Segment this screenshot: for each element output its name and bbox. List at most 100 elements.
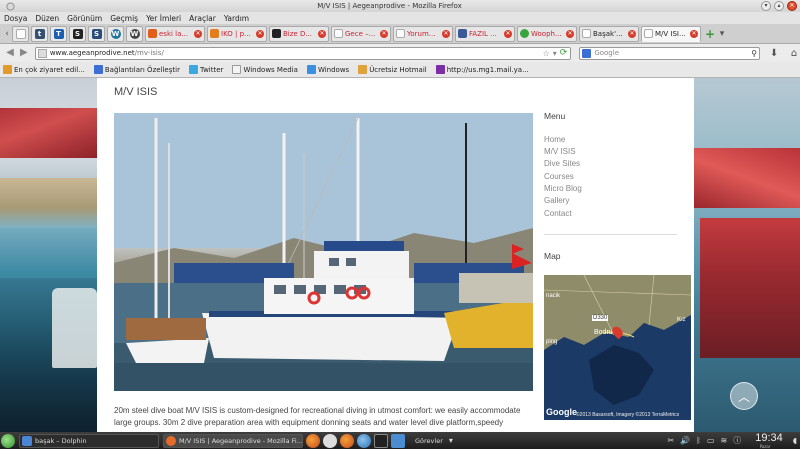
task-firefox[interactable]: M/V ISIS | Aegeanprodive - Mozilla Fi... bbox=[163, 433, 303, 448]
menu-view[interactable]: Görünüm bbox=[67, 14, 102, 23]
bookmark-item[interactable]: Bağlantıları Özelleştir bbox=[93, 65, 180, 74]
pinned-tab[interactable]: W bbox=[107, 25, 124, 42]
search-bar[interactable]: Google ⚲ bbox=[579, 46, 761, 60]
close-tab-icon[interactable]: ✕ bbox=[442, 29, 450, 38]
pinned-tab[interactable]: S bbox=[69, 25, 86, 42]
menu-item-dive-sites[interactable]: Dive Sites bbox=[544, 159, 580, 168]
tasks-label[interactable]: Görevler bbox=[415, 437, 443, 445]
wordpress-icon: W bbox=[129, 28, 140, 39]
bookmarks-toolbar: En çok ziyaret edil... Bağlantıları Özel… bbox=[0, 62, 800, 78]
pinned-tab[interactable]: t bbox=[31, 25, 48, 42]
menu-item-contact[interactable]: Contact bbox=[544, 209, 572, 218]
favicon bbox=[520, 29, 529, 38]
chevron-up-icon: ︿ bbox=[737, 389, 750, 404]
cashew-icon[interactable]: ◖ bbox=[793, 436, 797, 445]
s-blue-icon: S bbox=[91, 28, 102, 39]
tab[interactable]: eski la... ✕ bbox=[145, 25, 205, 42]
dropdown-arrow-icon[interactable]: ▾ bbox=[553, 49, 557, 58]
menu-item-home[interactable]: Home bbox=[544, 135, 565, 144]
terminal-icon[interactable] bbox=[374, 433, 388, 448]
menu-history[interactable]: Geçmiş bbox=[110, 14, 138, 23]
tab[interactable]: Başak'... ✕ bbox=[579, 25, 639, 42]
search-engine-icon[interactable] bbox=[582, 48, 592, 58]
menu-item-gallery[interactable]: Gallery bbox=[544, 196, 569, 205]
start-menu-icon[interactable] bbox=[1, 433, 15, 448]
reload-icon[interactable]: ⟳ bbox=[560, 48, 568, 58]
tab-list-icon[interactable]: ▾ bbox=[717, 26, 727, 42]
tabs-scroll-left-icon[interactable]: ‹ bbox=[2, 26, 12, 42]
scroll-to-top-button[interactable]: ︿ bbox=[730, 382, 758, 410]
bookmark-item[interactable]: http://us.mg1.mail.ya... bbox=[435, 65, 529, 74]
notifications-icon[interactable]: ⓘ bbox=[733, 435, 741, 446]
kate-icon[interactable] bbox=[391, 433, 405, 448]
close-window-icon[interactable]: ✕ bbox=[787, 1, 797, 11]
tab-active[interactable]: M/V ISI... ✕ bbox=[641, 25, 701, 42]
taskbar: başak – Dolphin M/V ISIS | Aegeanprodive… bbox=[0, 432, 800, 449]
close-tab-icon[interactable]: ✕ bbox=[256, 29, 264, 38]
close-tab-icon[interactable]: ✕ bbox=[628, 29, 636, 38]
clock: 19:34 bbox=[755, 432, 783, 444]
search-launcher-icon[interactable] bbox=[323, 433, 337, 448]
bookmark-item[interactable]: En çok ziyaret edil... bbox=[3, 65, 85, 74]
tab[interactable]: Yorum... ✕ bbox=[393, 25, 453, 42]
favicon bbox=[210, 29, 219, 38]
bookmark-item[interactable]: Twitter bbox=[188, 65, 223, 74]
map-heading: Map bbox=[544, 251, 561, 261]
maximize-icon[interactable]: ▴ bbox=[774, 1, 784, 11]
bookmark-item[interactable]: Windows Media bbox=[232, 65, 298, 74]
home-icon[interactable]: ⌂ bbox=[788, 48, 800, 59]
wifi-icon[interactable]: ≋ bbox=[721, 436, 728, 445]
task-dolphin[interactable]: başak – Dolphin bbox=[19, 433, 159, 448]
menu-file[interactable]: Dosya bbox=[4, 14, 27, 23]
download-icon[interactable]: ⬇ bbox=[768, 48, 780, 59]
tab[interactable]: İKO | p... ✕ bbox=[207, 25, 267, 42]
forward-icon[interactable]: ▶ bbox=[17, 46, 31, 60]
pinned-tab[interactable]: W bbox=[126, 25, 143, 42]
menu-item-courses[interactable]: Courses bbox=[544, 172, 574, 181]
url-domain: www.aegeanprodive.net bbox=[49, 49, 135, 57]
menu-help[interactable]: Yardım bbox=[224, 14, 249, 23]
menu-edit[interactable]: Düzen bbox=[35, 14, 59, 23]
close-tab-icon[interactable]: ✕ bbox=[380, 29, 388, 38]
blank-page-icon bbox=[15, 28, 26, 39]
window-menu-icon[interactable] bbox=[2, 1, 18, 11]
menu-bookmarks[interactable]: Yer İmleri bbox=[146, 14, 181, 23]
clock-widget[interactable]: 19:34 Pazar bbox=[747, 432, 783, 449]
tab[interactable]: FAZIL ... ✕ bbox=[455, 25, 515, 42]
volume-icon[interactable]: 🔊 bbox=[680, 436, 690, 445]
binoculars-icon[interactable]: ⚲ bbox=[751, 49, 757, 58]
menu-item-micro-blog[interactable]: Micro Blog bbox=[544, 184, 582, 193]
new-tab-icon[interactable]: + bbox=[703, 27, 717, 41]
close-tab-icon[interactable]: ✕ bbox=[566, 29, 574, 38]
map-widget[interactable]: nacik D330 Kız ping Bodrum Google ©2013 … bbox=[544, 275, 691, 420]
site-identity-icon[interactable] bbox=[37, 48, 47, 58]
minimize-icon[interactable]: ▾ bbox=[761, 1, 771, 11]
dolphin-icon bbox=[22, 435, 32, 446]
back-icon[interactable]: ◀ bbox=[3, 46, 17, 60]
firefox-launcher-icon[interactable] bbox=[306, 433, 320, 448]
bookmark-item[interactable]: Ücretsiz Hotmail bbox=[358, 65, 427, 74]
close-tab-icon[interactable]: ✕ bbox=[194, 29, 202, 38]
close-tab-icon[interactable]: ✕ bbox=[318, 29, 326, 38]
firefox-launcher-icon[interactable] bbox=[340, 433, 354, 448]
pinned-tab[interactable]: S bbox=[88, 25, 105, 42]
tab[interactable]: Wooph... ✕ bbox=[517, 25, 577, 42]
tray-arrow-icon[interactable]: ▾ bbox=[449, 436, 453, 445]
bookmark-item[interactable]: Windows bbox=[306, 65, 349, 74]
url-bar[interactable]: www.aegeanprodive.net/mv-isis/ ☆ ▾ ⟳ bbox=[34, 46, 572, 60]
menu-bar: Dosya Düzen Görünüm Geçmiş Yer İmleri Ar… bbox=[0, 12, 800, 24]
battery-icon[interactable]: ▭ bbox=[707, 436, 715, 445]
pinned-tab[interactable]: T bbox=[50, 25, 67, 42]
tumblr-icon: t bbox=[34, 28, 45, 39]
pinned-tab[interactable] bbox=[12, 25, 29, 42]
tab[interactable]: Gece –... ✕ bbox=[331, 25, 391, 42]
bluetooth-icon[interactable]: ᛒ bbox=[696, 436, 701, 445]
close-tab-icon[interactable]: ✕ bbox=[690, 29, 698, 38]
globe-icon[interactable] bbox=[357, 433, 371, 448]
tab[interactable]: Bize D... ✕ bbox=[269, 25, 329, 42]
menu-item-mv-isis[interactable]: M/V ISIS bbox=[544, 147, 576, 156]
close-tab-icon[interactable]: ✕ bbox=[504, 29, 512, 38]
bookmark-star-icon[interactable]: ☆ bbox=[543, 49, 550, 58]
network-disconnected-icon[interactable]: ✂ bbox=[668, 436, 675, 445]
menu-tools[interactable]: Araçlar bbox=[189, 14, 216, 23]
